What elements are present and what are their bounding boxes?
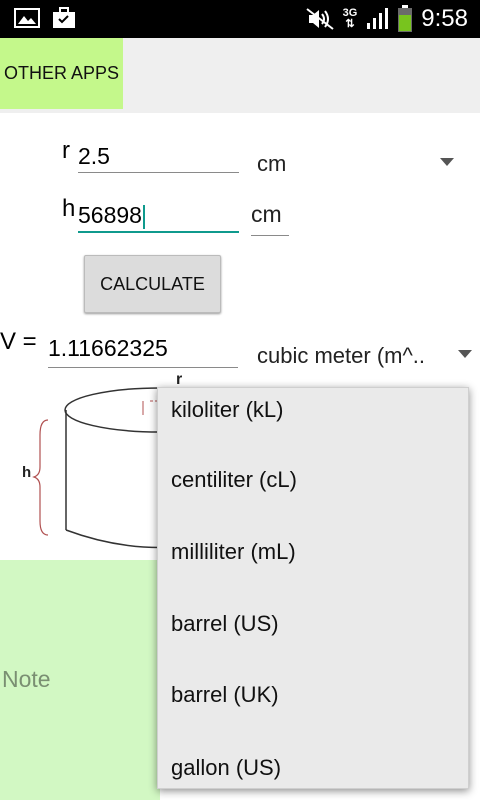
- h-label: h: [62, 195, 76, 222]
- dropdown-option[interactable]: barrel (UK): [171, 682, 279, 708]
- volume-output[interactable]: 1.11662325: [48, 333, 238, 368]
- height-input[interactable]: 56898: [78, 201, 239, 233]
- unit-dropdown: kiloliter (kL) centiliter (cL) millilite…: [157, 387, 469, 789]
- notification-icons: [14, 7, 76, 29]
- height-unit-label: cm: [251, 201, 282, 227]
- mute-icon: [305, 8, 334, 30]
- volume-value: 1.11662325: [48, 335, 168, 361]
- radius-value: 2.5: [78, 143, 110, 169]
- data-arrows-icon: ⇅: [345, 18, 355, 30]
- text-cursor: [142, 204, 145, 229]
- volume-unit-label: cubic meter (m^..: [257, 343, 426, 368]
- radius-unit-spinner[interactable]: cm: [250, 140, 465, 184]
- signal-icon: [367, 8, 389, 29]
- dropdown-option[interactable]: centiliter (cL): [171, 467, 297, 493]
- network-type: 3G ⇅: [343, 8, 358, 30]
- top-bar: OTHER APPS: [0, 38, 480, 113]
- volume-label: V =: [0, 328, 37, 355]
- radius-unit-label: cm: [257, 151, 287, 176]
- note-label: Note: [2, 666, 51, 692]
- dropdown-option[interactable]: gallon (US): [171, 755, 281, 781]
- volume-unit-spinner[interactable]: cubic meter (m^..: [250, 332, 475, 376]
- diagram-h-label: h: [22, 464, 32, 481]
- dropdown-option[interactable]: kiloliter (kL): [171, 397, 283, 423]
- calculate-button[interactable]: CALCULATE: [84, 255, 221, 313]
- dropdown-option[interactable]: barrel (US): [171, 611, 279, 637]
- height-unit-field[interactable]: cm: [251, 201, 289, 236]
- chevron-down-icon: [458, 350, 472, 358]
- height-value: 56898: [78, 202, 142, 228]
- other-apps-button[interactable]: OTHER APPS: [0, 38, 123, 109]
- battery-icon: [398, 5, 413, 32]
- dropdown-option[interactable]: milliliter (mL): [171, 539, 296, 565]
- briefcase-icon: [53, 7, 75, 28]
- system-icons: 3G ⇅ 9:58: [305, 0, 468, 38]
- clock: 9:58: [421, 5, 468, 32]
- gallery-icon: [14, 8, 40, 28]
- r-label: r: [62, 137, 70, 164]
- radius-input[interactable]: 2.5: [78, 142, 239, 173]
- chevron-down-icon: [440, 158, 454, 166]
- status-bar: 3G ⇅ 9:58: [0, 0, 480, 38]
